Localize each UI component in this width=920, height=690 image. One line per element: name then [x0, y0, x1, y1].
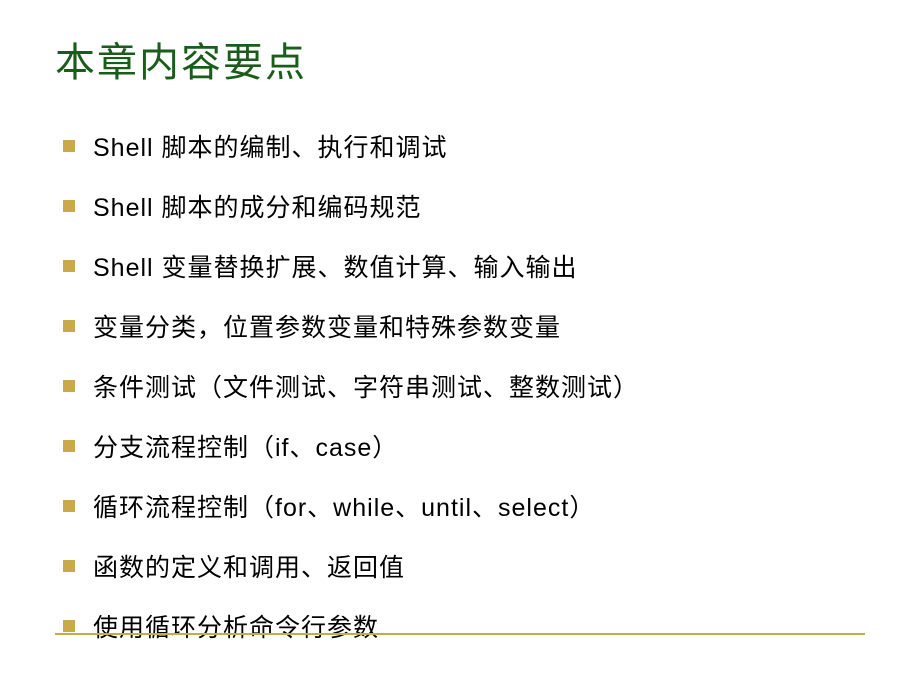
bullet-list: Shell 脚本的编制、执行和调试 Shell 脚本的成分和编码规范 Shell…: [55, 128, 865, 644]
bullet-marker-icon: [63, 380, 75, 392]
page-title: 本章内容要点: [55, 30, 865, 88]
list-item: Shell 脚本的编制、执行和调试: [55, 128, 865, 164]
bullet-marker-icon: [63, 440, 75, 452]
bullet-text: 函数的定义和调用、返回值: [93, 548, 405, 584]
bullet-text: 使用循环分析命令行参数: [93, 608, 379, 644]
list-item: 条件测试（文件测试、字符串测试、整数测试）: [55, 368, 865, 404]
bullet-text: 分支流程控制（if、case）: [93, 428, 398, 464]
bullet-marker-icon: [63, 320, 75, 332]
bullet-marker-icon: [63, 560, 75, 572]
bullet-marker-icon: [63, 140, 75, 152]
divider: [55, 633, 865, 635]
list-item: 使用循环分析命令行参数: [55, 608, 865, 644]
list-item: Shell 脚本的成分和编码规范: [55, 188, 865, 224]
bullet-text: 循环流程控制（for、while、until、select）: [93, 488, 595, 524]
list-item: 函数的定义和调用、返回值: [55, 548, 865, 584]
bullet-marker-icon: [63, 500, 75, 512]
bullet-marker-icon: [63, 260, 75, 272]
bullet-text: 条件测试（文件测试、字符串测试、整数测试）: [93, 368, 639, 404]
list-item: 分支流程控制（if、case）: [55, 428, 865, 464]
bullet-text: Shell 变量替换扩展、数值计算、输入输出: [93, 248, 578, 284]
list-item: 变量分类，位置参数变量和特殊参数变量: [55, 308, 865, 344]
list-item: 循环流程控制（for、while、until、select）: [55, 488, 865, 524]
bullet-text: 变量分类，位置参数变量和特殊参数变量: [93, 308, 561, 344]
bullet-marker-icon: [63, 620, 75, 632]
bullet-marker-icon: [63, 200, 75, 212]
list-item: Shell 变量替换扩展、数值计算、输入输出: [55, 248, 865, 284]
bullet-text: Shell 脚本的编制、执行和调试: [93, 128, 448, 164]
bullet-text: Shell 脚本的成分和编码规范: [93, 188, 422, 224]
slide-container: 本章内容要点 Shell 脚本的编制、执行和调试 Shell 脚本的成分和编码规…: [0, 0, 920, 690]
